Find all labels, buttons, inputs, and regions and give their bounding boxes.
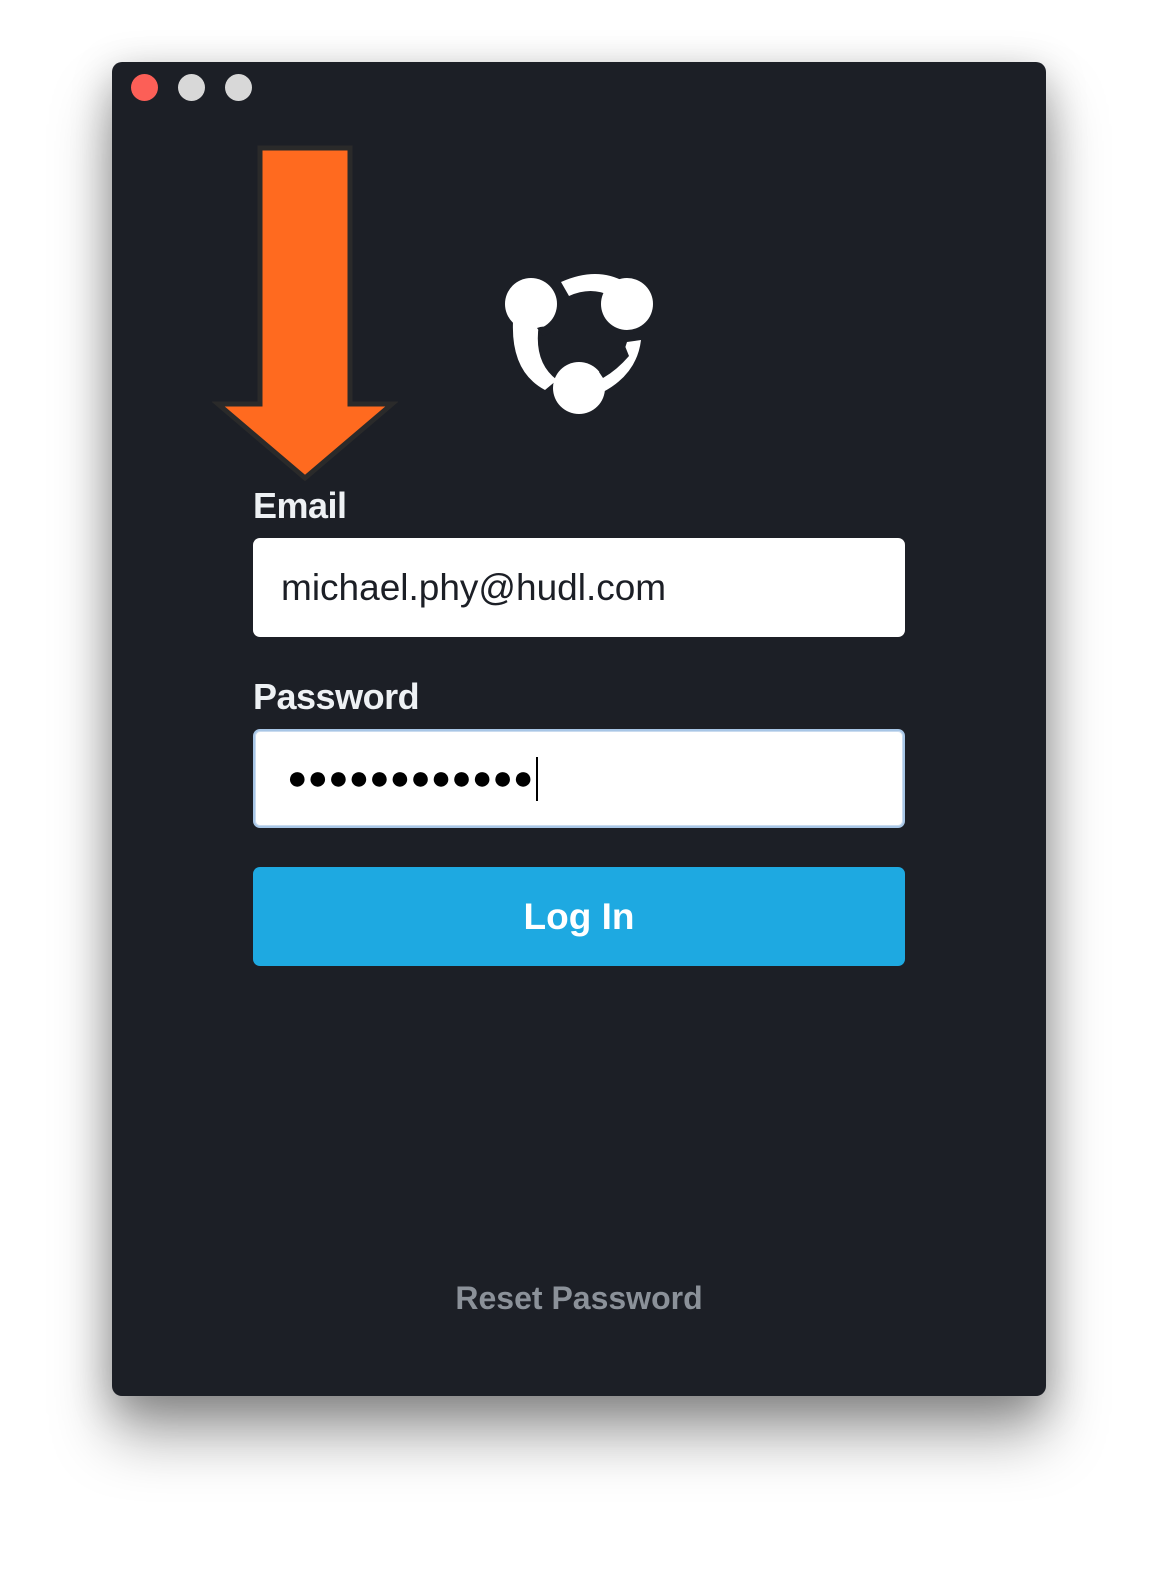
login-button[interactable]: Log In	[253, 867, 905, 966]
arrow-down-icon	[212, 145, 398, 482]
hudl-logo-icon	[505, 274, 653, 414]
maximize-window-button[interactable]	[225, 74, 252, 101]
password-value: ●●●●●●●●●●●●	[287, 759, 534, 797]
password-field[interactable]: ●●●●●●●●●●●●	[253, 729, 905, 828]
login-window: Email michael.phy@hudl.com Password ●●●●…	[112, 62, 1046, 1396]
email-label: Email	[253, 485, 347, 526]
text-caret	[536, 756, 539, 801]
close-window-button[interactable]	[131, 74, 158, 101]
email-field[interactable]: michael.phy@hudl.com	[253, 538, 905, 637]
minimize-window-button[interactable]	[178, 74, 205, 101]
reset-password-link[interactable]: Reset Password	[112, 1280, 1046, 1317]
password-label: Password	[253, 676, 420, 717]
email-value: michael.phy@hudl.com	[281, 566, 667, 608]
window-controls	[131, 74, 252, 101]
